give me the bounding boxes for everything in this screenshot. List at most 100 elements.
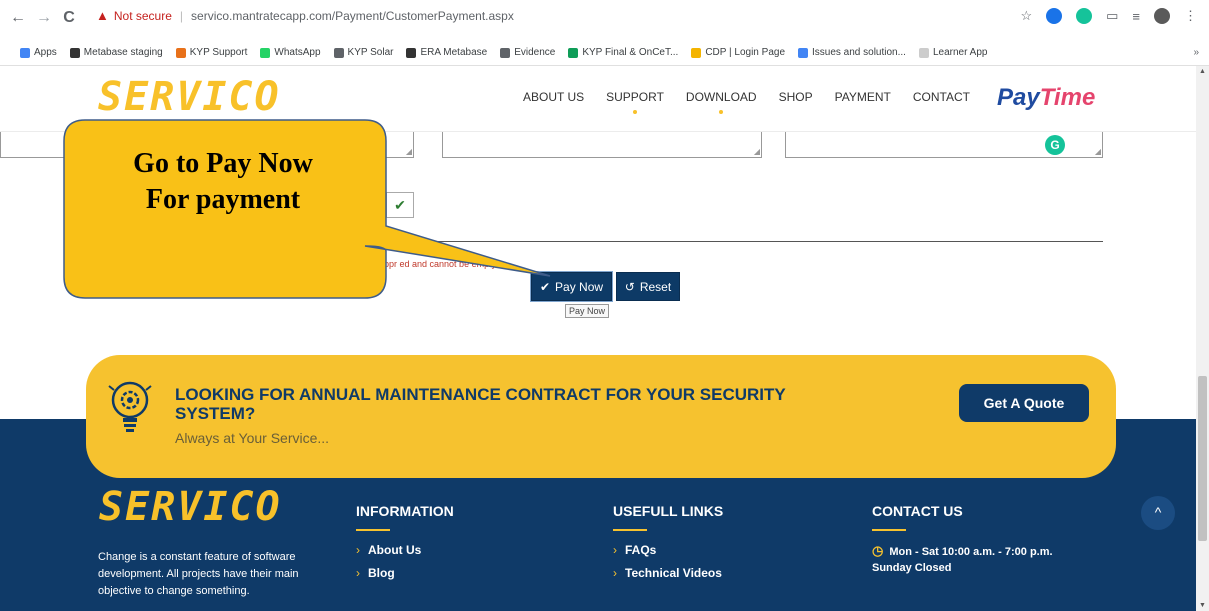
not-secure-label[interactable]: Not secure	[114, 9, 172, 23]
extension-icon[interactable]	[1046, 8, 1063, 24]
information-heading: INFORMATION	[356, 503, 454, 519]
footer-link-label: Blog	[368, 566, 395, 580]
bookmark-era-metabase[interactable]: ERA Metabase	[406, 47, 487, 58]
menu-item-shop[interactable]: SHOP	[779, 90, 813, 104]
page-scrollbar[interactable]: ▲ ▼	[1196, 66, 1209, 611]
main-menu: ABOUT US SUPPORT DOWNLOAD SHOP PAYMENT CONTAC…	[523, 90, 970, 114]
hours-line-1: Mon - Sat 10:00 a.m. - 7:00 p.m.	[889, 546, 1053, 558]
amc-banner: LOOKING FOR ANNUAL MAINTENANCE CONTRACT …	[86, 355, 1116, 478]
bookmark-kyp-solar[interactable]: KYP Solar	[333, 47, 394, 58]
bookmark-favicon-icon	[175, 47, 186, 58]
bookmark-label: KYP Support	[189, 47, 248, 58]
banner-subtitle: Always at Your Service...	[175, 430, 330, 446]
bookmark-kyp-final-oncet[interactable]: KYP Final & OnCeT...	[568, 47, 678, 58]
address-bar[interactable]: ▲ Not secure | servico.mantratecapp.com/…	[96, 8, 514, 23]
footer-link-faqs[interactable]: › FAQs	[613, 543, 723, 557]
bookmarks-bar: Apps Metabase staging KYP Support WhatsApp K…	[0, 40, 1209, 66]
footer-link-technical-videos[interactable]: › Technical Videos	[613, 566, 723, 580]
heading-underline	[613, 529, 647, 531]
bookmark-favicon-icon	[406, 47, 417, 58]
menu-icon[interactable]: ⋮	[1184, 8, 1197, 24]
business-hours: ◷ Mon - Sat 10:00 a.m. - 7:00 p.m. Sunday…	[872, 543, 1053, 576]
menu-item-payment[interactable]: PAYMENT	[835, 90, 891, 104]
paytime-logo-pay: Pay	[997, 84, 1040, 111]
footer-link-blog[interactable]: › Blog	[356, 566, 454, 580]
pay-now-tooltip: Pay Now	[565, 304, 610, 318]
page-viewport: SERVICO ABOUT US SUPPORT DOWNLOAD SHOP PAYME…	[0, 66, 1196, 611]
forward-icon[interactable]: →	[36, 9, 52, 27]
paytime-logo[interactable]: PayTime	[997, 84, 1095, 112]
menu-dropdown-dot	[719, 110, 724, 114]
footer-logo[interactable]: SERVICO	[99, 484, 282, 530]
warning-icon: ▲	[96, 8, 109, 23]
cast-icon[interactable]: ▭	[1106, 8, 1118, 24]
menu-item-about-us[interactable]: ABOUT US	[523, 90, 584, 104]
scroll-to-top-button[interactable]: ^	[1141, 496, 1175, 530]
bookmark-evidence[interactable]: Evidence	[500, 47, 555, 58]
bookmark-label: Metabase staging	[83, 47, 163, 58]
scroll-up-icon[interactable]: ▲	[1199, 68, 1206, 75]
chevron-right-icon: ›	[356, 543, 360, 557]
bookmark-label: Learner App	[932, 47, 988, 58]
reset-button[interactable]: ↺ Reset	[616, 272, 680, 301]
footer-about-text: Change is a constant feature of software…	[98, 551, 299, 597]
scroll-thumb[interactable]	[1198, 376, 1207, 541]
reset-icon: ↺	[624, 279, 635, 294]
callout-line-1: Go to Pay Now	[133, 148, 313, 179]
bookmark-label: Evidence	[514, 47, 556, 58]
grammarly-extension-icon[interactable]	[1076, 8, 1093, 24]
reading-list-icon[interactable]: ≡	[1132, 9, 1140, 24]
check-icon: ✔	[539, 279, 551, 294]
footer-useful-links: USEFULL LINKS › FAQs › Technical Videos	[613, 503, 723, 589]
heading-underline	[356, 529, 390, 531]
footer-link-label: FAQs	[625, 543, 657, 557]
reload-icon[interactable]: C	[61, 9, 77, 27]
bookmark-label: ERA Metabase	[420, 47, 488, 58]
textarea-2[interactable]: ◢	[442, 132, 762, 158]
bookmark-whatsapp[interactable]: WhatsApp	[260, 47, 321, 58]
menu-item-support[interactable]: SUPPORT	[606, 90, 664, 114]
get-a-quote-button[interactable]: Get A Quote	[959, 384, 1089, 422]
footer-link-label: Technical Videos	[625, 566, 722, 580]
bookmark-issues-and-solution[interactable]: Issues and solution...	[798, 47, 906, 58]
bookmark-kyp-support[interactable]: KYP Support	[175, 47, 248, 58]
bookmark-label: Apps	[34, 47, 57, 58]
menu-item-download[interactable]: DOWNLOAD	[686, 90, 757, 114]
clock-icon: ◷	[872, 543, 884, 558]
footer-link-label: About Us	[368, 543, 422, 557]
contact-heading: CONTACT US	[872, 503, 963, 519]
more-bookmarks-icon[interactable]: »	[1193, 47, 1199, 58]
menu-item-contact[interactable]: CONTACT	[913, 90, 970, 104]
bookmark-favicon-icon	[798, 47, 808, 58]
pay-now-label: Pay Now	[555, 279, 604, 294]
chevron-right-icon: ›	[613, 566, 617, 580]
reset-label: Reset	[639, 279, 672, 294]
lightbulb-gear-icon	[108, 381, 152, 432]
hours-line-2: Sunday Closed	[872, 562, 952, 574]
heading-underline	[872, 529, 906, 531]
servico-logo[interactable]: SERVICO	[98, 74, 281, 120]
star-icon[interactable]: ☆	[1020, 8, 1032, 24]
bookmark-label: KYP Solar	[347, 47, 394, 58]
bookmark-favicon-icon	[69, 47, 80, 58]
form-divider	[386, 241, 1103, 242]
scroll-down-icon[interactable]: ▼	[1199, 602, 1206, 609]
pay-now-button[interactable]: ✔ Pay Now	[531, 272, 612, 301]
bookmark-learner-app[interactable]: Learner App	[918, 47, 988, 58]
bookmark-favicon-icon	[500, 47, 511, 58]
back-icon[interactable]: ←	[10, 9, 26, 27]
paytime-logo-time: Time	[1039, 84, 1096, 111]
browser-toolbar: ← → C ▲ Not secure | servico.mantratecap…	[0, 0, 1209, 40]
footer-link-about-us[interactable]: › About Us	[356, 543, 454, 557]
checkbox-checked[interactable]: ✔	[386, 192, 414, 218]
bookmark-cdp-login-page[interactable]: CDP | Login Page	[691, 47, 785, 58]
chevron-right-icon: ›	[613, 543, 617, 557]
bookmark-apps[interactable]: Apps	[20, 47, 57, 58]
bookmark-metabase-staging[interactable]: Metabase staging	[69, 47, 163, 58]
url-text[interactable]: servico.mantratecapp.com/Payment/Custome…	[191, 9, 514, 23]
bookmark-label: KYP Final & OnCeT...	[582, 47, 679, 58]
bookmark-favicon-icon	[20, 47, 30, 58]
useful-links-heading: USEFULL LINKS	[613, 503, 724, 519]
grammarly-icon[interactable]: G	[1045, 135, 1065, 155]
profile-avatar[interactable]	[1154, 8, 1170, 24]
